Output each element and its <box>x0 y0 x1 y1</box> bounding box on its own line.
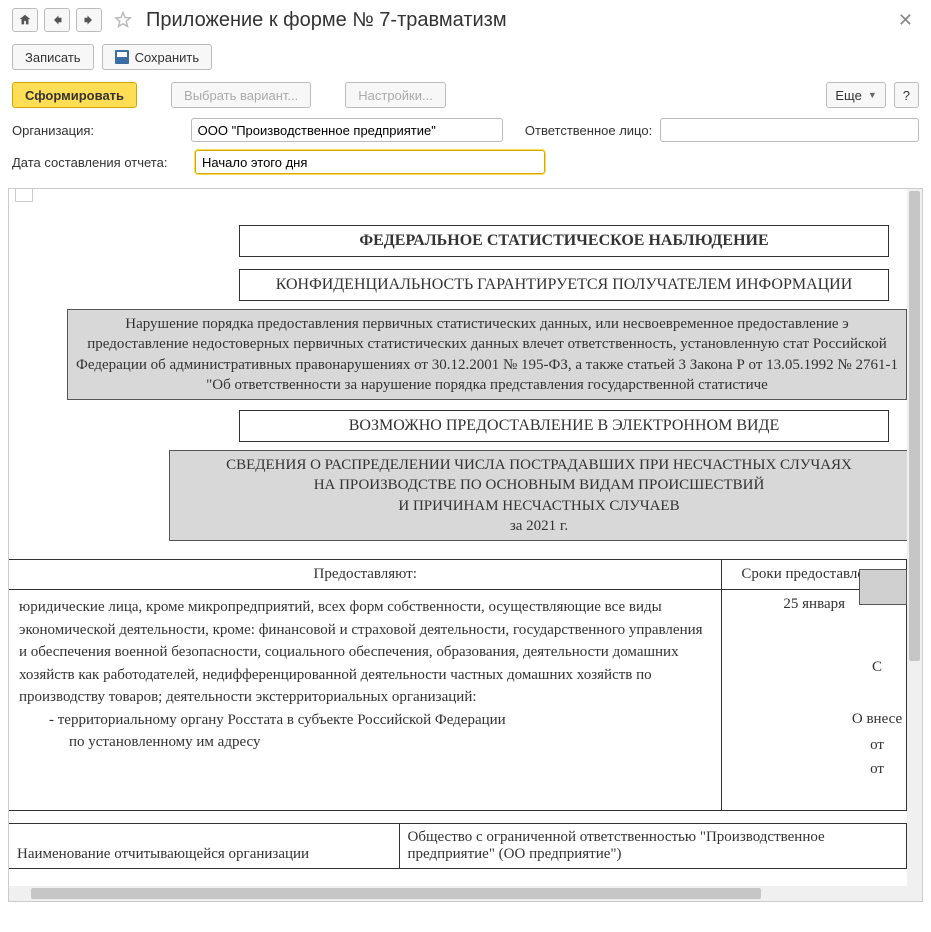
table-row: юридические лица, кроме микропредприятий… <box>9 590 907 811</box>
org-name-label-cell: Наименование отчитывающейся организации <box>9 823 399 868</box>
form-row-org: Организация: Ответственное лицо: <box>0 114 931 146</box>
horizontal-scroll-thumb[interactable] <box>31 888 761 899</box>
close-button[interactable]: ✕ <box>892 10 919 31</box>
toolbar-secondary: Сформировать Выбрать вариант... Настройк… <box>0 76 931 114</box>
org-label: Организация: <box>12 123 183 138</box>
choose-variant-button[interactable]: Выбрать вариант... <box>171 82 311 108</box>
org-input[interactable] <box>191 118 503 142</box>
forward-button[interactable] <box>76 8 102 32</box>
side-text-ot2: от <box>847 761 907 778</box>
help-button[interactable]: ? <box>894 82 919 108</box>
save-button[interactable]: Сохранить <box>102 44 213 70</box>
side-text-o: О внесе <box>847 711 907 728</box>
back-button[interactable] <box>44 8 70 32</box>
org-name-table: Наименование отчитывающейся организации … <box>9 823 907 869</box>
report-body: ФЕДЕРАЛЬНОЕ СТАТИСТИЧЕСКОЕ НАБЛЮДЕНИЕ КО… <box>9 189 922 901</box>
vertical-scrollbar[interactable] <box>907 189 922 901</box>
col-provide-cell: юридические лица, кроме микропредприятий… <box>9 590 722 811</box>
side-text-c: С <box>847 659 907 676</box>
more-button[interactable]: Еще ▼ <box>826 82 885 108</box>
doc-eform-box: ВОЗМОЖНО ПРЕДОСТАВЛЕНИЕ В ЭЛЕКТРОННОМ ВИ… <box>239 410 889 442</box>
close-icon: ✕ <box>898 10 913 30</box>
doc-info-line1: СВЕДЕНИЯ О РАСПРЕДЕЛЕНИИ ЧИСЛА ПОСТРАДАВ… <box>178 455 900 475</box>
report-date-input[interactable] <box>195 150 545 174</box>
settings-button[interactable]: Настройки... <box>345 82 446 108</box>
org-name-value-cell: Общество с ограниченной ответственностью… <box>399 823 907 868</box>
toolbar-primary: Записать Сохранить <box>0 38 931 76</box>
submission-table: Предоставляют: Сроки предоставления юрид… <box>9 559 907 811</box>
doc-warning-box: Нарушение порядка предоставления первичн… <box>67 309 907 400</box>
doc-heading-1: ФЕДЕРАЛЬНОЕ СТАТИСТИЧЕСКОЕ НАБЛЮДЕНИЕ <box>239 225 889 257</box>
save-icon <box>115 50 129 64</box>
provide-text: юридические лица, кроме микропредприятий… <box>19 596 711 709</box>
chevron-down-icon: ▼ <box>868 90 877 100</box>
side-text-ot1: от <box>847 737 907 754</box>
home-button[interactable] <box>12 8 38 32</box>
doc-heading-2: КОНФИДЕНЦИАЛЬНОСТЬ ГАРАНТИРУЕТСЯ ПОЛУЧАТ… <box>239 269 889 301</box>
generate-button[interactable]: Сформировать <box>12 82 137 108</box>
side-gray-box <box>859 569 907 605</box>
vertical-scroll-thumb[interactable] <box>909 191 920 661</box>
form-row-date: Дата составления отчета: <box>0 146 931 178</box>
provide-bullet-1b: по установленному им адресу <box>19 731 711 754</box>
arrow-right-icon <box>83 14 95 26</box>
report-preview: ФЕДЕРАЛЬНОЕ СТАТИСТИЧЕСКОЕ НАБЛЮДЕНИЕ КО… <box>8 188 923 902</box>
col-provide-header: Предоставляют: <box>9 560 722 590</box>
responsible-label: Ответственное лицо: <box>525 123 652 138</box>
table-header-row: Предоставляют: Сроки предоставления <box>9 560 907 590</box>
horizontal-scrollbar[interactable] <box>9 886 907 901</box>
write-button[interactable]: Записать <box>12 44 94 70</box>
table-row: Наименование отчитывающейся организации … <box>9 823 907 868</box>
arrow-left-icon <box>51 14 63 26</box>
more-button-label: Еще <box>835 88 861 103</box>
save-button-label: Сохранить <box>135 50 200 65</box>
provide-bullet-1: - территориальному органу Росстата в суб… <box>19 709 711 732</box>
responsible-input[interactable] <box>660 118 919 142</box>
doc-info-line3: И ПРИЧИНАМ НЕСЧАСТНЫХ СЛУЧАЕВ <box>178 496 900 516</box>
report-date-label: Дата составления отчета: <box>12 155 187 170</box>
star-icon <box>114 11 132 29</box>
window-title: Приложение к форме № 7-травматизм <box>146 9 886 32</box>
doc-info-line4: за 2021 г. <box>178 516 900 536</box>
doc-info-box: СВЕДЕНИЯ О РАСПРЕДЕЛЕНИИ ЧИСЛА ПОСТРАДАВ… <box>169 450 909 541</box>
doc-info-line2: НА ПРОИЗВОДСТВЕ ПО ОСНОВНЫМ ВИДАМ ПРОИСШ… <box>178 475 900 495</box>
home-icon <box>18 13 32 27</box>
favorite-button[interactable] <box>112 9 134 31</box>
title-bar: Приложение к форме № 7-травматизм ✕ <box>0 0 931 38</box>
